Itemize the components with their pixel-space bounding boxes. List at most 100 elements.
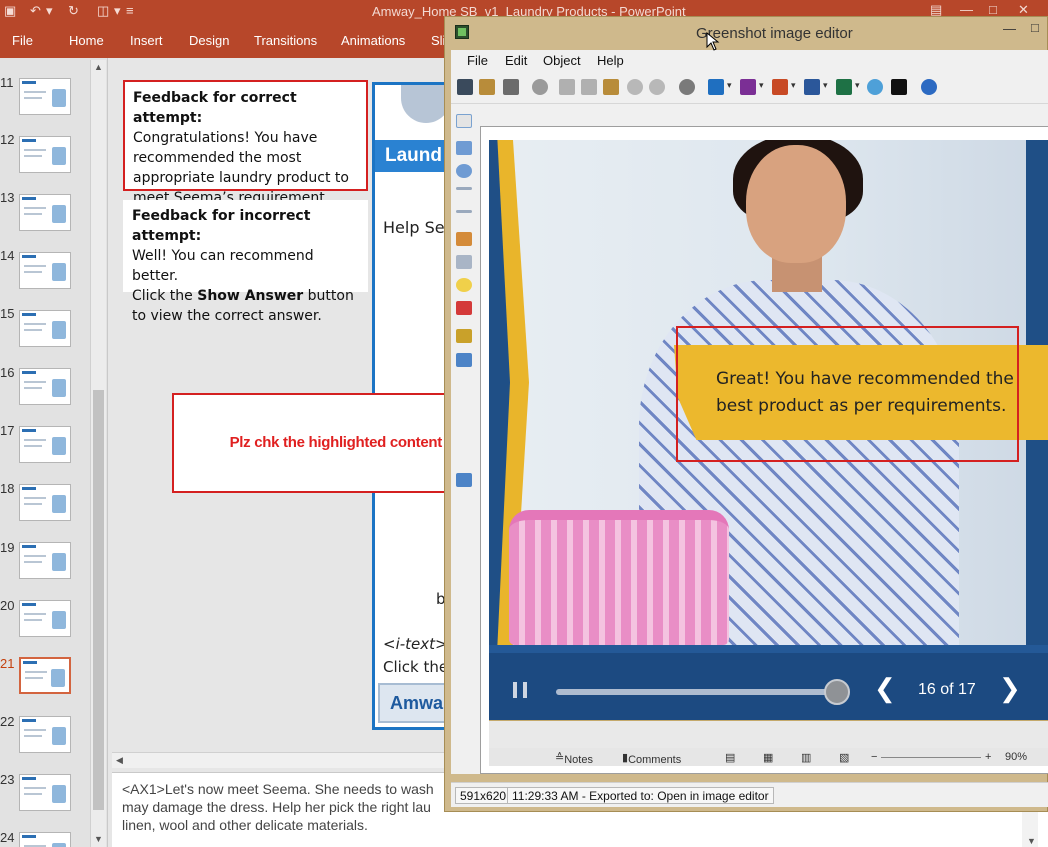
freehand-tool-icon[interactable] xyxy=(456,232,472,246)
normal-view-icon: ▤ xyxy=(725,752,736,764)
menu-file[interactable]: File xyxy=(467,53,488,68)
undo-icon[interactable]: ↶ xyxy=(30,3,41,19)
chevron-left-icon[interactable]: ❮ xyxy=(874,673,896,704)
slide-thumbnail[interactable] xyxy=(19,484,71,521)
redo-icon[interactable]: ↻ xyxy=(68,3,79,19)
tab-transitions[interactable]: Transitions xyxy=(254,33,317,48)
feedback-correct-box[interactable]: Feedback for correct attempt: Congratula… xyxy=(123,80,368,206)
greenshot-menubar: File Edit Object Help xyxy=(451,50,1048,72)
tab-insert[interactable]: Insert xyxy=(130,33,163,48)
slide-thumbnail[interactable] xyxy=(19,774,71,811)
minimize-icon[interactable]: — xyxy=(960,2,973,17)
tab-design[interactable]: Design xyxy=(189,33,229,48)
slide-thumbnail[interactable] xyxy=(19,832,71,847)
speechbubble-tool-icon[interactable] xyxy=(456,278,472,292)
progress-knob[interactable] xyxy=(824,679,850,705)
menu-help[interactable]: Help xyxy=(597,53,624,68)
pause-icon[interactable] xyxy=(513,682,527,698)
slide-thumbnail[interactable] xyxy=(19,136,71,173)
slide-thumbnail[interactable] xyxy=(19,310,71,347)
ellipse-tool-icon[interactable] xyxy=(456,164,472,178)
scroll-down-icon[interactable]: ▼ xyxy=(94,834,103,844)
zoom-out-icon: − xyxy=(871,751,878,763)
laundry-basket xyxy=(509,510,729,645)
settings-icon[interactable] xyxy=(679,79,695,95)
customize-dropdown-icon[interactable]: ▾ xyxy=(114,3,121,19)
excel-icon[interactable] xyxy=(836,79,852,95)
zoom-slider xyxy=(881,757,981,758)
scrollbar-thumb[interactable] xyxy=(93,390,104,810)
slide-number: 17 xyxy=(0,423,15,438)
help-icon[interactable] xyxy=(921,79,937,95)
tab-animations[interactable]: Animations xyxy=(341,33,405,48)
sorter-view-icon: ▦ xyxy=(763,752,774,764)
image-size-label: 591x620 xyxy=(455,787,512,804)
highlight-tool-icon[interactable] xyxy=(456,329,472,343)
menu-object[interactable]: Object xyxy=(543,53,581,68)
slide-thumbnail[interactable] xyxy=(19,716,71,753)
slide-thumbnail-active[interactable] xyxy=(19,657,71,694)
chevron-right-icon[interactable]: ❯ xyxy=(999,673,1021,704)
text-tool-icon[interactable] xyxy=(456,255,472,269)
delete-icon[interactable] xyxy=(532,79,548,95)
greenshot-titlebar[interactable]: Greenshot image editor — □ xyxy=(445,17,1048,49)
scroll-left-icon[interactable]: ◀ xyxy=(116,755,123,766)
dropdown-icon[interactable]: ▾ xyxy=(727,80,732,91)
minimize-icon[interactable]: — xyxy=(1003,21,1016,36)
greenshot-logo-icon xyxy=(455,25,469,39)
select-tool-icon[interactable] xyxy=(456,114,472,128)
dropdown-icon[interactable]: ▾ xyxy=(855,80,860,91)
scroll-up-icon[interactable]: ▲ xyxy=(94,62,103,72)
powerpoint-icon[interactable] xyxy=(772,79,788,95)
paint-icon[interactable] xyxy=(867,79,883,95)
word-icon[interactable] xyxy=(804,79,820,95)
slide-horizontal-scrollbar[interactable]: ◀ xyxy=(112,752,448,768)
dropdown-icon[interactable]: ▾ xyxy=(791,80,796,91)
rectangle-tool-icon[interactable] xyxy=(456,141,472,155)
crop-tool-icon[interactable] xyxy=(456,473,472,487)
arrow-tool-icon[interactable] xyxy=(456,210,472,213)
slide-thumbnail[interactable] xyxy=(19,78,71,115)
undo-dropdown-icon[interactable]: ▾ xyxy=(46,3,53,19)
progress-track[interactable] xyxy=(556,689,836,695)
slide-thumbnail[interactable] xyxy=(19,600,71,637)
slide-thumbnail[interactable] xyxy=(19,252,71,289)
redo-icon[interactable] xyxy=(649,79,665,95)
slide-thumbnail[interactable] xyxy=(19,542,71,579)
save-icon[interactable] xyxy=(457,79,473,95)
slide-thumbnail[interactable] xyxy=(19,426,71,463)
line-tool-icon[interactable] xyxy=(456,187,472,190)
notes-text-1: Let's now meet Seema. She needs to wash xyxy=(164,781,434,797)
maximize-icon[interactable]: □ xyxy=(1031,20,1039,35)
feedback-incorrect-heading: Feedback for incorrect attempt: xyxy=(132,208,311,244)
save-icon[interactable]: ▣ xyxy=(4,3,16,19)
obfuscate-tool-icon[interactable] xyxy=(456,353,472,367)
copy-icon[interactable] xyxy=(581,79,597,95)
tab-home[interactable]: Home xyxy=(69,33,104,48)
highlight-rectangle[interactable] xyxy=(676,326,1019,462)
clipboard-icon[interactable] xyxy=(479,79,495,95)
dropdown-icon[interactable]: ▾ xyxy=(759,80,764,91)
info-icon[interactable] xyxy=(891,79,907,95)
slideshow-view-icon: ▧ xyxy=(839,752,850,764)
thumbnail-scrollbar[interactable]: ▲ ▼ xyxy=(90,60,106,847)
qat-more-icon[interactable]: ≡ xyxy=(126,3,134,18)
print-icon[interactable] xyxy=(503,79,519,95)
feedback-incorrect-box[interactable]: Feedback for incorrect attempt: Well! Yo… xyxy=(123,200,368,324)
drawing-tools-sidebar xyxy=(451,104,477,774)
outlook-icon[interactable] xyxy=(708,79,724,95)
dropdown-icon[interactable]: ▾ xyxy=(823,80,828,91)
maximize-icon[interactable]: □ xyxy=(989,2,997,17)
presentation-icon[interactable]: ◫ xyxy=(97,3,109,19)
notes-scroll-down-icon[interactable]: ▼ xyxy=(1027,836,1036,846)
tab-file[interactable]: File xyxy=(12,33,33,48)
slide-thumbnail[interactable] xyxy=(19,194,71,231)
slide-heading: Laund xyxy=(375,140,445,172)
cut-icon[interactable] xyxy=(559,79,575,95)
menu-edit[interactable]: Edit xyxy=(505,53,527,68)
paste-icon[interactable] xyxy=(603,79,619,95)
onenote-icon[interactable] xyxy=(740,79,756,95)
counter-tool-icon[interactable] xyxy=(456,301,472,315)
undo-icon[interactable] xyxy=(627,79,643,95)
slide-thumbnail[interactable] xyxy=(19,368,71,405)
